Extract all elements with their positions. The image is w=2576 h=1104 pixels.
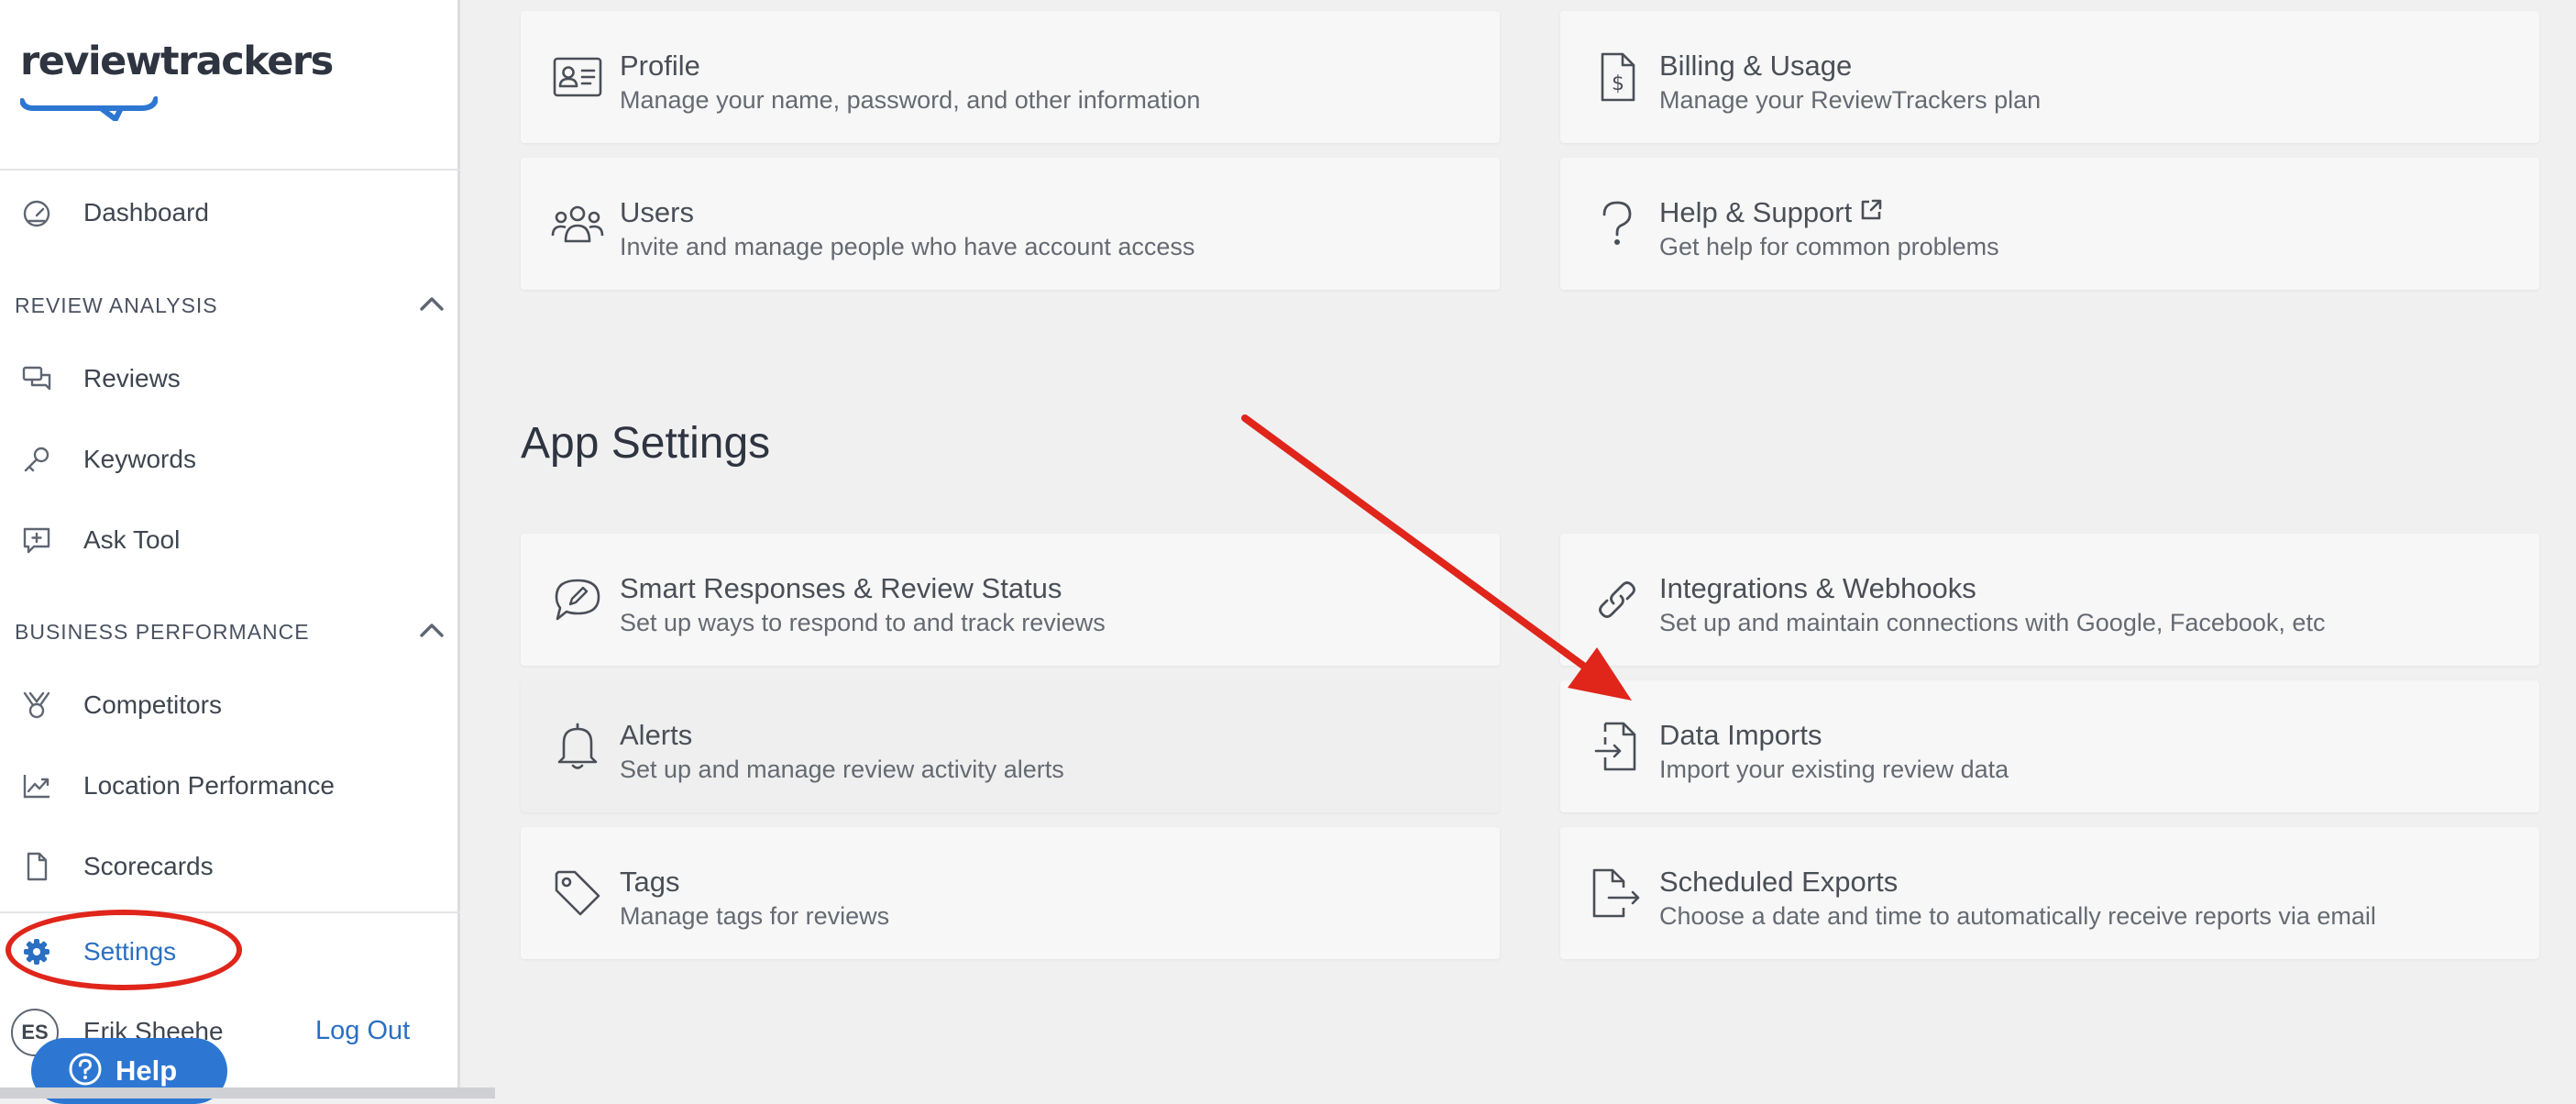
section-label: BUSINESS PERFORMANCE	[15, 619, 310, 644]
logout-link[interactable]: Log Out	[315, 1016, 410, 1046]
sidebar-item-settings[interactable]: Settings	[0, 920, 457, 984]
card-title-text: Help & Support	[1659, 196, 1853, 228]
sidebar-divider	[0, 911, 460, 913]
card-users[interactable]: Users Invite and manage people who have …	[521, 158, 1500, 290]
help-button-label: Help	[116, 1054, 178, 1087]
sidebar-item-label: Settings	[83, 937, 177, 966]
reviewtrackers-logo[interactable]: reviewtrackers	[20, 39, 334, 125]
card-integrations-webhooks[interactable]: Integrations & Webhooks Set up and maint…	[1560, 534, 2539, 666]
card-alerts[interactable]: Alerts Set up and manage review activity…	[521, 680, 1500, 812]
file-import-icon	[1590, 719, 1645, 774]
card-help-support[interactable]: Help & Support Get help for common probl…	[1560, 158, 2539, 290]
sidebar-item-label: Location Performance	[83, 771, 335, 800]
sidebar-item-location-performance[interactable]: Location Performance	[0, 754, 457, 818]
question-circle-icon	[68, 1052, 103, 1091]
trend-chart-icon	[20, 769, 53, 802]
sidebar-item-label: Ask Tool	[83, 525, 181, 554]
chat-plus-icon	[20, 524, 53, 557]
svg-text:$: $	[1612, 72, 1624, 95]
chat-bubbles-icon	[20, 362, 53, 395]
id-card-icon	[550, 50, 605, 105]
section-review-analysis[interactable]: REVIEW ANALYSIS	[15, 287, 446, 324]
link-icon	[1590, 572, 1645, 627]
document-icon	[20, 850, 53, 883]
sidebar-item-label: Keywords	[83, 445, 196, 473]
card-description: Manage your name, password, and other in…	[620, 86, 1201, 114]
sidebar-item-label: Scorecards	[83, 852, 214, 880]
sidebar-item-label: Competitors	[83, 690, 222, 719]
medal-icon	[20, 689, 53, 722]
sidebar-divider	[0, 169, 460, 171]
sidebar-item-competitors[interactable]: Competitors	[0, 673, 457, 737]
card-tags[interactable]: Tags Manage tags for reviews	[521, 827, 1500, 959]
chevron-up-icon[interactable]	[418, 294, 446, 317]
logo-swoosh-icon	[20, 96, 158, 121]
section-business-performance[interactable]: BUSINESS PERFORMANCE	[15, 613, 446, 650]
card-title: Scheduled Exports	[1659, 866, 1899, 898]
card-description: Set up and maintain connections with Goo…	[1659, 609, 2326, 636]
logo-wordmark: reviewtrackers	[20, 39, 334, 84]
bottom-scrollbar[interactable]	[0, 1087, 495, 1098]
gear-icon	[20, 935, 53, 968]
tag-icon	[550, 866, 605, 921]
card-description: Import your existing review data	[1659, 756, 2009, 783]
card-description: Set up and manage review activity alerts	[620, 756, 1064, 783]
app-settings-heading: App Settings	[521, 419, 771, 468]
card-title: Integrations & Webhooks	[1659, 572, 1976, 604]
card-profile[interactable]: Profile Manage your name, password, and …	[521, 11, 1500, 143]
file-export-icon	[1590, 866, 1645, 921]
invoice-icon: $	[1590, 50, 1645, 105]
card-description: Set up ways to respond to and track revi…	[620, 609, 1106, 636]
card-smart-responses[interactable]: Smart Responses & Review Status Set up w…	[521, 534, 1500, 666]
bell-icon	[550, 719, 605, 774]
card-title: Tags	[620, 866, 680, 898]
external-link-icon	[1859, 196, 1883, 229]
card-scheduled-exports[interactable]: Scheduled Exports Choose a date and time…	[1560, 827, 2539, 959]
card-description: Invite and manage people who have accoun…	[620, 233, 1195, 260]
card-description: Manage your ReviewTrackers plan	[1659, 86, 2042, 114]
card-title: Help & Support	[1659, 196, 1883, 229]
card-title: Smart Responses & Review Status	[620, 572, 1062, 604]
card-data-imports[interactable]: Data Imports Import your existing review…	[1560, 680, 2539, 812]
question-icon	[1590, 196, 1645, 251]
card-title: Alerts	[620, 719, 693, 751]
card-title: Users	[620, 196, 694, 228]
card-description: Choose a date and time to automatically …	[1659, 902, 2376, 930]
key-icon	[20, 443, 53, 476]
card-title: Data Imports	[1659, 719, 1822, 751]
section-label: REVIEW ANALYSIS	[15, 293, 218, 317]
card-title: Billing & Usage	[1659, 50, 1853, 82]
sidebar: reviewtrackers Dashboard REVIEW ANALYSIS…	[0, 0, 460, 1104]
sidebar-item-keywords[interactable]: Keywords	[0, 427, 457, 491]
sidebar-item-label: Dashboard	[83, 198, 209, 226]
chevron-up-icon[interactable]	[418, 621, 446, 644]
sidebar-item-ask-tool[interactable]: Ask Tool	[0, 508, 457, 572]
sidebar-item-label: Reviews	[83, 364, 181, 392]
sidebar-item-reviews[interactable]: Reviews	[0, 347, 457, 411]
card-description: Get help for common problems	[1659, 233, 1999, 260]
sidebar-item-scorecards[interactable]: Scorecards	[0, 834, 457, 899]
speedometer-icon	[20, 196, 53, 229]
users-icon	[550, 196, 605, 251]
chat-pencil-icon	[550, 572, 605, 627]
card-description: Manage tags for reviews	[620, 902, 890, 930]
card-title: Profile	[620, 50, 700, 82]
card-billing-usage[interactable]: $ Billing & Usage Manage your ReviewTrac…	[1560, 11, 2539, 143]
sidebar-item-dashboard[interactable]: Dashboard	[0, 181, 457, 245]
